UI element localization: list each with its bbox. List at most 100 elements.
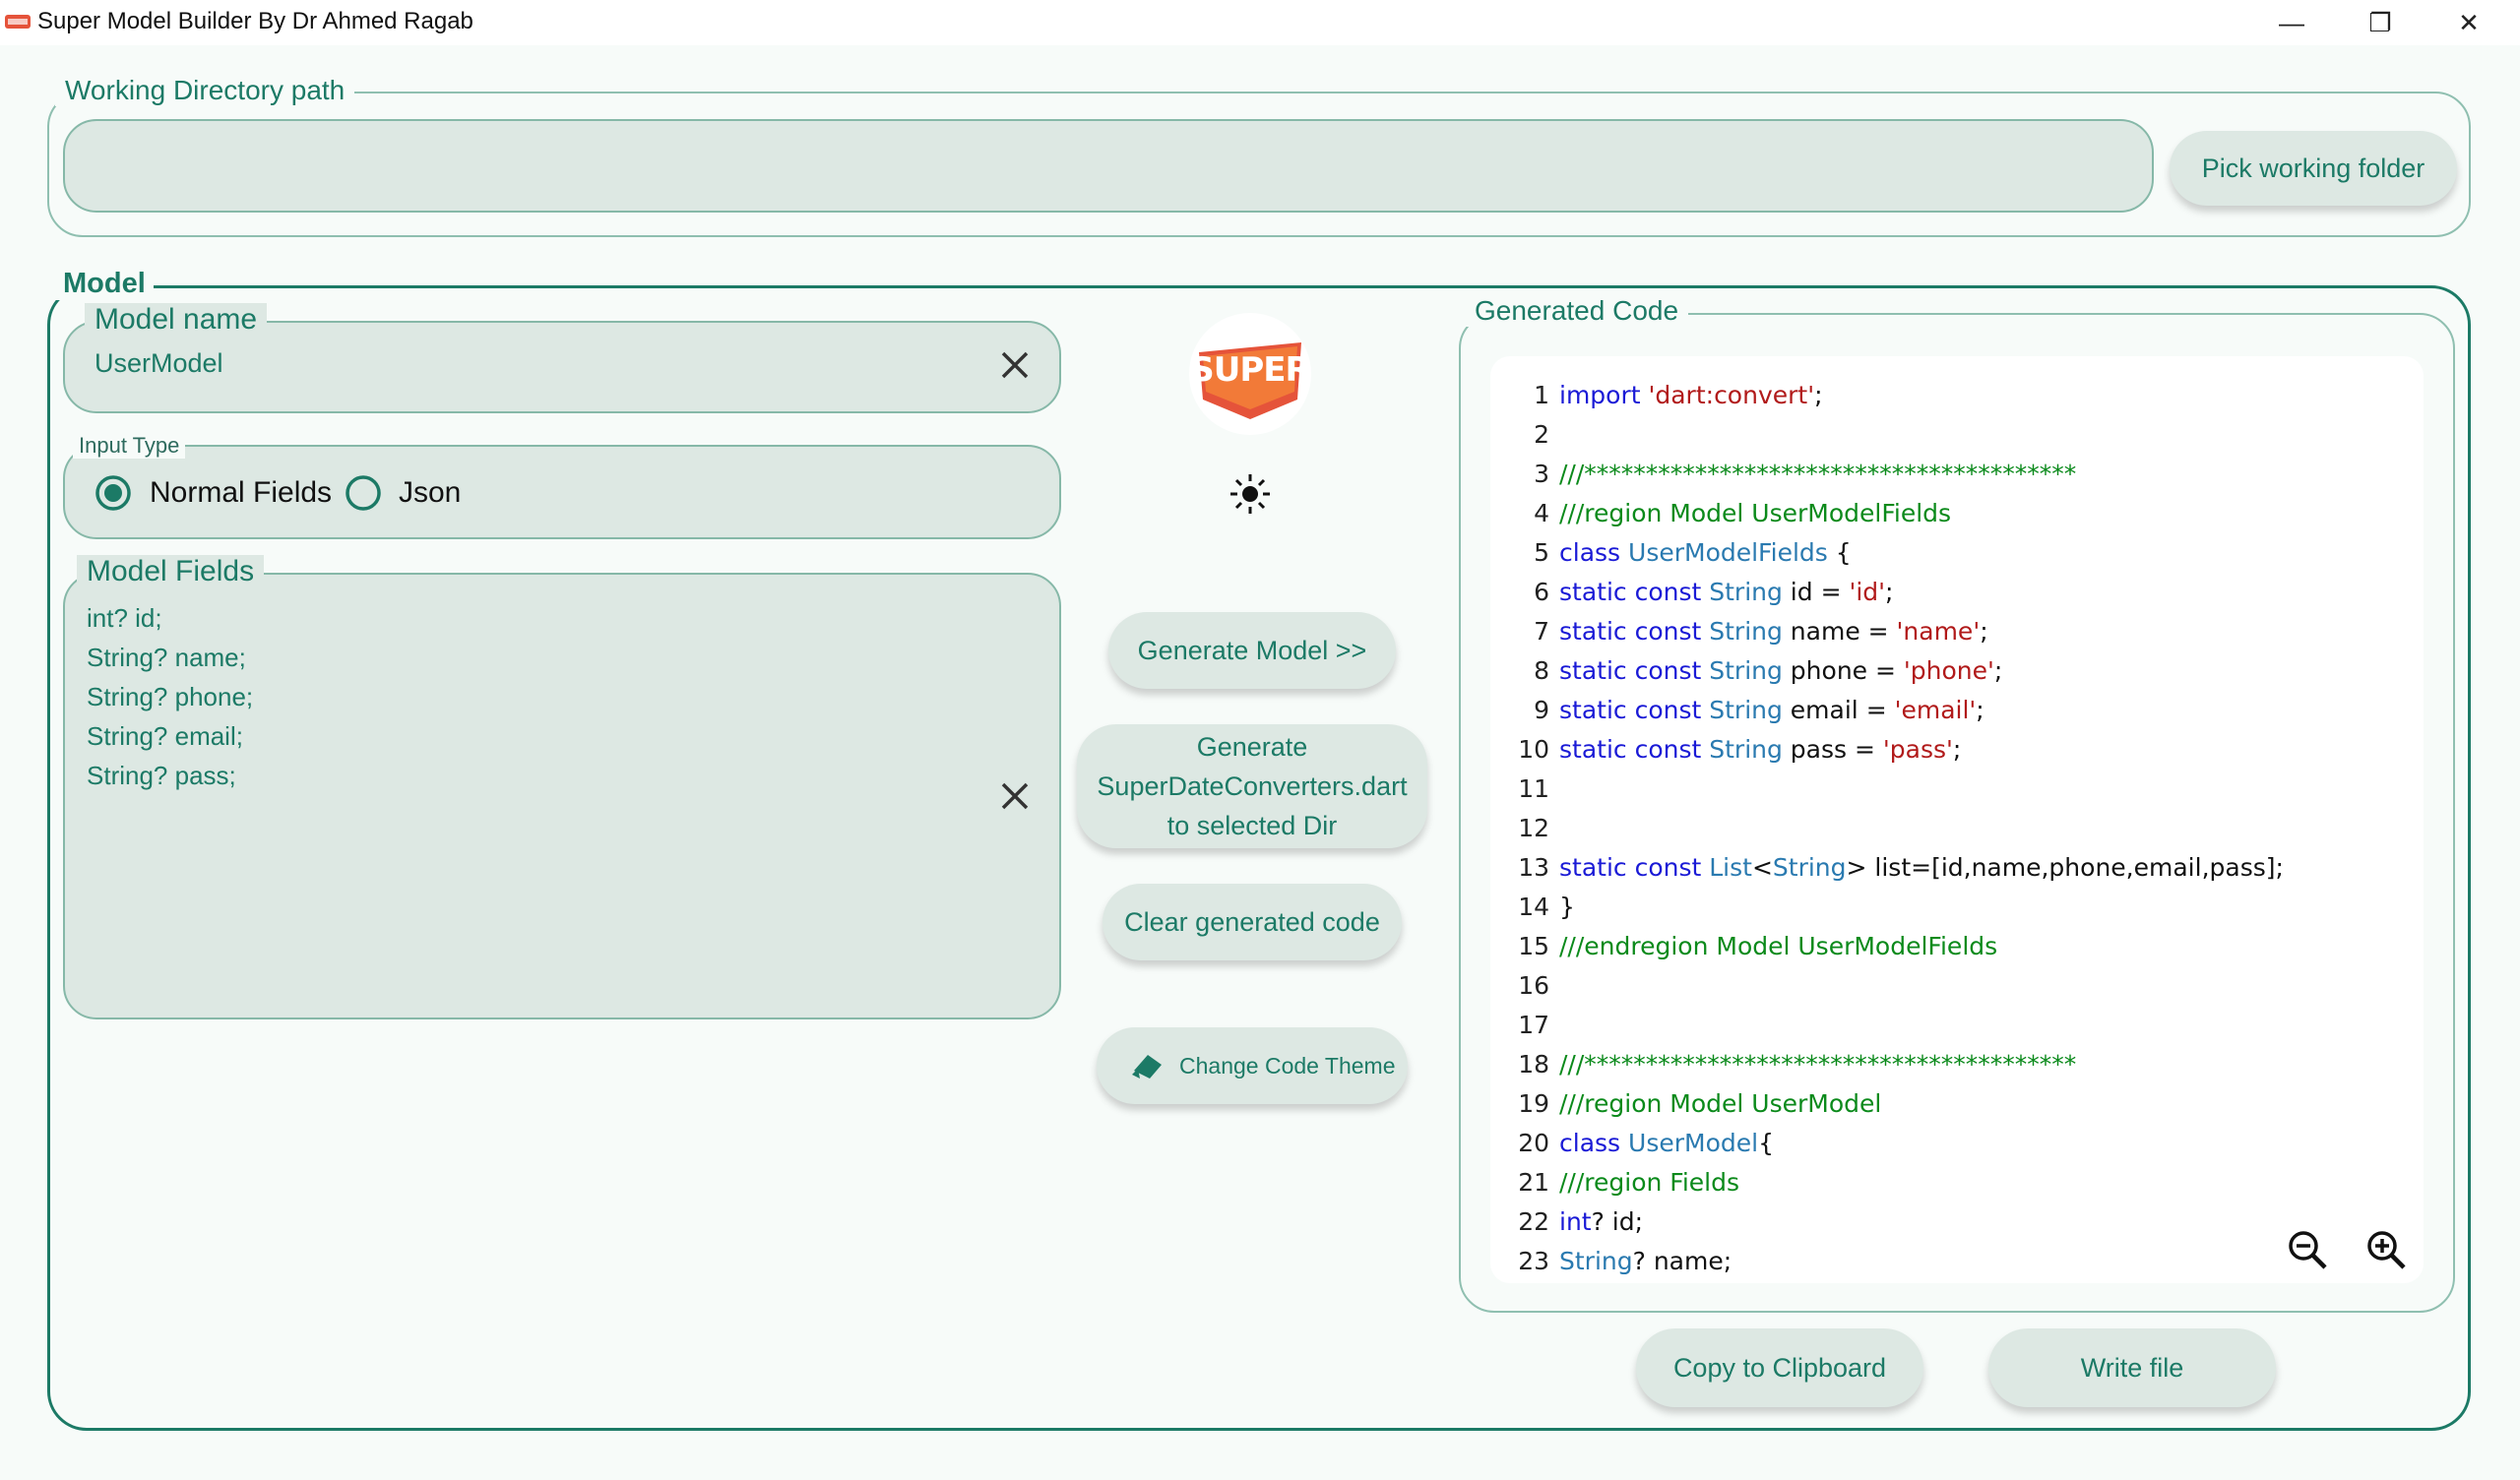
code-line: 12 — [1490, 809, 2424, 848]
code-line: 23 String? name; — [1490, 1242, 2424, 1281]
line-number: 4 — [1534, 499, 1549, 527]
line-number: 16 — [1518, 971, 1549, 1000]
model-legend: Model — [55, 268, 154, 300]
code-line: 13 static const List<String> list=[id,nam… — [1490, 848, 2424, 888]
working-directory-input[interactable] — [63, 119, 2154, 213]
pick-working-folder-button[interactable]: Pick working folder — [2170, 131, 2457, 206]
code-text: class UserModel{ — [1559, 1124, 1774, 1163]
code-token: static const — [1559, 578, 1710, 606]
clear-model-name-icon[interactable] — [1000, 350, 1030, 380]
code-token: String — [1709, 578, 1783, 606]
code-token: ///*************************************… — [1559, 1050, 2077, 1079]
code-text: static const String pass = 'pass'; — [1559, 730, 1961, 770]
code-text: static const List<String> list=[id,name,… — [1559, 848, 2284, 888]
code-line: 16 — [1490, 966, 2424, 1006]
code-token: 'id' — [1849, 578, 1886, 606]
radio-normal-fields-label[interactable]: Normal Fields — [150, 476, 332, 510]
line-number: 2 — [1534, 420, 1549, 449]
line-number: 15 — [1518, 932, 1549, 960]
code-token: ; — [1980, 617, 1988, 646]
code-text: import 'dart:convert'; — [1559, 376, 1823, 415]
change-code-theme-button[interactable]: Change Code Theme — [1097, 1027, 1408, 1104]
radio-json-label[interactable]: Json — [399, 476, 461, 510]
model-field-line: String? email; — [87, 721, 243, 751]
code-token: ; — [1885, 578, 1894, 606]
super-logo: SUPER — [1189, 313, 1311, 435]
code-token: { — [1758, 1129, 1774, 1157]
code-text: int? id; — [1559, 1202, 1643, 1242]
code-token: List — [1709, 853, 1752, 882]
line-number: 13 — [1518, 853, 1549, 882]
input-type-legend: Input Type — [73, 433, 186, 459]
code-token: 'email' — [1894, 696, 1977, 724]
code-line: 4 ///region Model UserModelFields — [1490, 494, 2424, 533]
code-token: static const — [1559, 696, 1710, 724]
code-text: ///endregion Model UserModelFields — [1559, 927, 1997, 966]
close-window-button[interactable]: ✕ — [2424, 0, 2514, 45]
code-token: static const — [1559, 656, 1710, 685]
code-token: < — [1751, 853, 1773, 882]
restore-button[interactable]: ❐ — [2335, 0, 2426, 45]
radio-normal-fields[interactable] — [94, 474, 132, 512]
model-name-legend: Model name — [85, 303, 268, 337]
code-text: } — [1559, 888, 1575, 927]
clear-generated-code-button[interactable]: Clear generated code — [1102, 884, 1402, 960]
super-logo-text: SUPER — [1190, 350, 1310, 390]
line-number: 5 — [1534, 538, 1549, 567]
code-token: import — [1559, 381, 1649, 409]
code-token: class — [1559, 1129, 1629, 1157]
code-token: String — [1709, 617, 1783, 646]
generate-converters-button[interactable]: Generate SuperDateConverters.dart to sel… — [1077, 724, 1427, 848]
copy-to-clipboard-button[interactable]: Copy to Clipboard — [1636, 1328, 1923, 1407]
minimize-button[interactable]: — — [2246, 0, 2337, 45]
sun-icon[interactable] — [1228, 472, 1272, 516]
line-number: 9 — [1534, 696, 1549, 724]
code-text: ///region Model UserModel — [1559, 1084, 1881, 1124]
code-token: ; — [1814, 381, 1823, 409]
generate-converters-line: SuperDateConverters.dart — [1097, 771, 1408, 801]
zoom-in-icon[interactable] — [2364, 1228, 2408, 1271]
model-field-line: String? phone; — [87, 682, 254, 711]
app-logo-icon — [5, 15, 31, 29]
code-token: ? name; — [1632, 1247, 1732, 1275]
line-number: 21 — [1518, 1168, 1549, 1197]
code-token: { — [1827, 538, 1852, 567]
code-text: ///region Model UserModelFields — [1559, 494, 1951, 533]
line-number: 10 — [1518, 735, 1549, 764]
line-number: 19 — [1518, 1089, 1549, 1118]
line-number: 20 — [1518, 1129, 1549, 1157]
model-field-line: int? id; — [87, 603, 162, 633]
code-token: UserModelFields — [1628, 538, 1828, 567]
generate-model-button[interactable]: Generate Model >> — [1108, 612, 1396, 689]
line-number: 6 — [1534, 578, 1549, 606]
code-editor[interactable]: 1 import 'dart:convert'; 2 3///************… — [1490, 356, 2424, 1283]
line-number: 22 — [1518, 1207, 1549, 1236]
code-line: 19 ///region Model UserModel — [1490, 1084, 2424, 1124]
code-line: 24 String? phone; — [1490, 1281, 2424, 1283]
code-token: name = — [1782, 617, 1897, 646]
clear-model-fields-icon[interactable] — [1000, 781, 1030, 811]
change-code-theme-label: Change Code Theme — [1179, 1053, 1396, 1079]
code-token: String — [1709, 735, 1783, 764]
window-title: Super Model Builder By Dr Ahmed Ragab — [37, 8, 473, 34]
radio-json[interactable] — [345, 474, 382, 512]
code-token: > list=[id,name,phone,email,pass]; — [1846, 853, 2284, 882]
code-token: email = — [1782, 696, 1895, 724]
model-name-value[interactable]: UserModel — [94, 348, 223, 379]
code-text: ///*************************************… — [1559, 455, 2076, 494]
code-token: UserModel — [1628, 1129, 1759, 1157]
code-token: 'dart:convert' — [1648, 381, 1815, 409]
code-line: 11 — [1490, 770, 2424, 809]
code-token: 'pass' — [1882, 735, 1953, 764]
write-file-button[interactable]: Write file — [1988, 1328, 2276, 1407]
line-number: 7 — [1534, 617, 1549, 646]
code-token: ? id; — [1591, 1207, 1644, 1236]
line-number: 8 — [1534, 656, 1549, 685]
code-token: pass = — [1782, 735, 1883, 764]
code-token: class — [1559, 538, 1629, 567]
line-number: 12 — [1518, 814, 1549, 842]
code-line: 18 ///***********************************… — [1490, 1045, 2424, 1084]
code-line: 14} — [1490, 888, 2424, 927]
zoom-out-icon[interactable] — [2286, 1228, 2329, 1271]
code-text: class UserModelFields { — [1559, 533, 1852, 573]
